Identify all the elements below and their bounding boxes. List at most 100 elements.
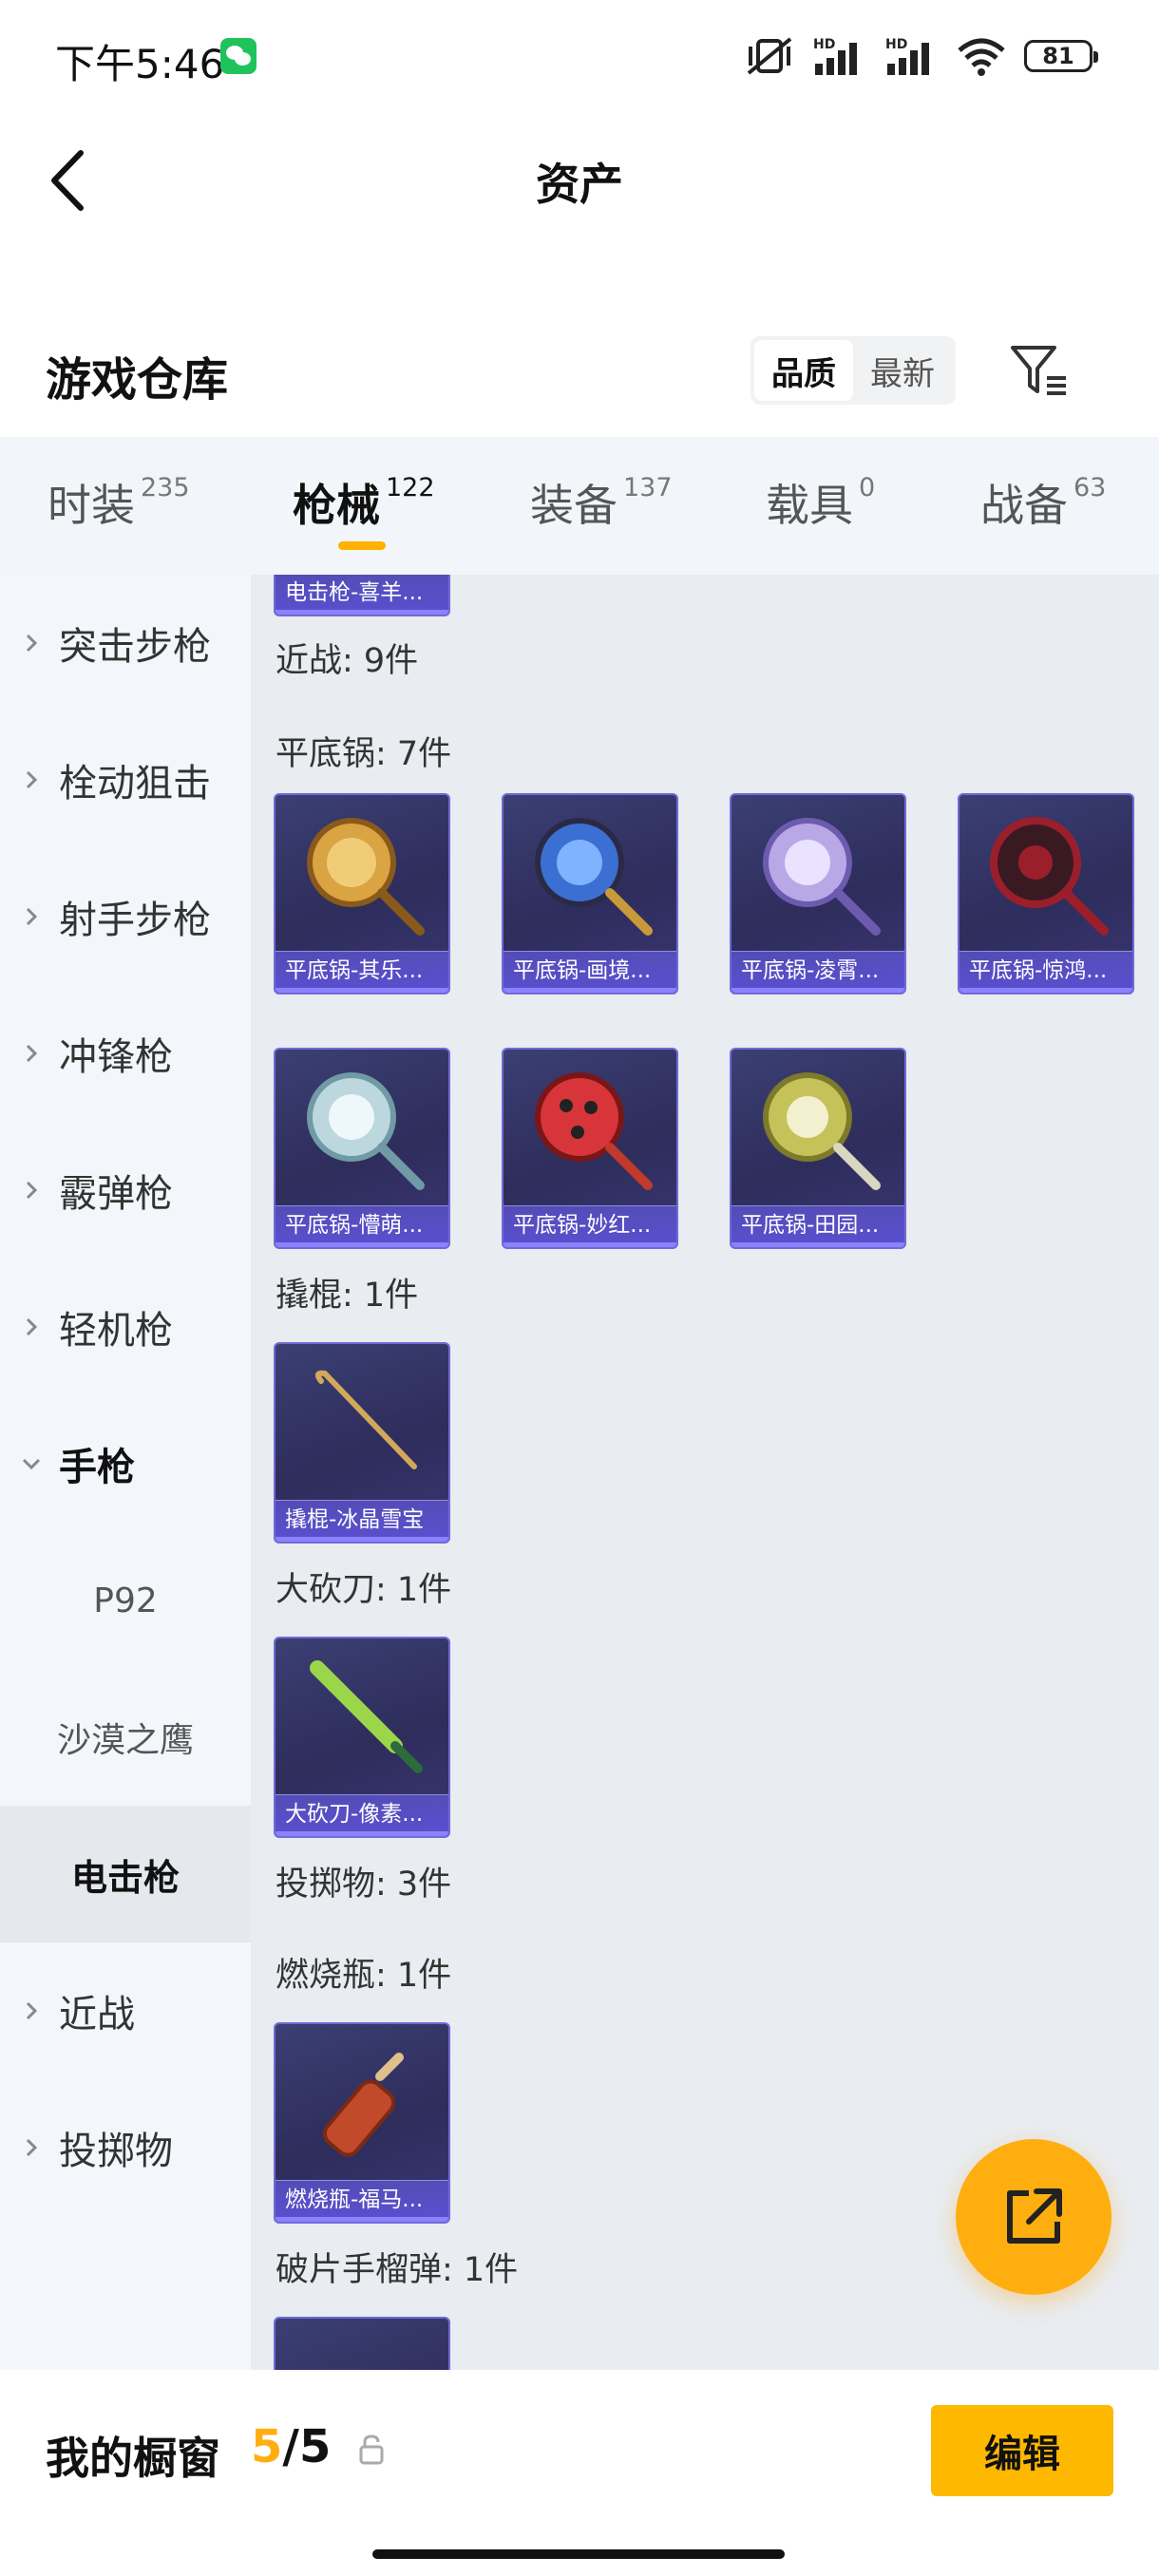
item-caption: 平底锅-惊鸿... [960, 951, 1132, 993]
item-caption: 平底锅-其乐... [276, 951, 448, 993]
edit-button[interactable]: 编辑 [931, 2405, 1113, 2496]
crowbar-icon [276, 1344, 448, 1504]
weapon-category-sidebar: 突击步枪 栓动狙击 射手步枪 冲锋枪 霰弹枪 轻机枪 手枪 P92 沙漠之鹰 电… [0, 575, 251, 2370]
pan-icon [504, 1050, 676, 1209]
status-bar: 下午5:46 HD HD 81 [0, 0, 1159, 114]
item-caption: 平底锅-懵萌... [276, 1205, 448, 1247]
home-indicator[interactable] [372, 2549, 785, 2559]
tab-firearms[interactable]: 枪械 122 [293, 471, 435, 547]
sidebar-item-bolt-sniper[interactable]: 栓动狙击 [0, 711, 251, 848]
tab-label: 时装 [48, 480, 135, 531]
sidebar-item-label: 近战 [59, 1993, 135, 2036]
section-title-molotov: 燃烧瓶: 1件 [276, 1957, 452, 1995]
status-time: 下午5:46 [55, 41, 225, 87]
item-caption: 燃烧瓶-福马... [276, 2180, 448, 2222]
item-card-pan-2[interactable]: 平底锅-画境... [502, 793, 678, 994]
showcase-title: 我的橱窗 [46, 2433, 220, 2484]
status-icons: HD HD 81 [745, 34, 1098, 78]
item-caption: 大砍刀-像素... [276, 1794, 448, 1836]
filter-button[interactable] [1005, 336, 1074, 405]
sidebar-item-melee[interactable]: 近战 [0, 1942, 251, 2079]
wechat-notification-icon [220, 38, 256, 74]
item-card-pan-7[interactable]: 平底锅-田园... [730, 1048, 906, 1249]
tab-label: 枪械 [293, 480, 380, 531]
wifi-icon [958, 38, 1005, 76]
sidebar-item-label: 冲锋枪 [59, 1035, 173, 1079]
showcase-separator: / [282, 2420, 299, 2473]
molotov-icon [276, 2024, 448, 2184]
pan-icon [732, 1050, 904, 1209]
sidebar-item-label: 栓动狙击 [59, 762, 211, 805]
item-card-stun-gun[interactable]: 电击枪-喜羊... [274, 575, 450, 616]
sidebar-item-shotgun[interactable]: 霰弹枪 [0, 1122, 251, 1259]
tab-count: 122 [386, 473, 435, 502]
chevron-right-icon [26, 770, 38, 789]
item-caption: 平底锅-田园... [732, 1205, 904, 1247]
tab-vehicles[interactable]: 载具 0 [766, 471, 875, 547]
sidebar-item-marksman-rifle[interactable]: 射手步枪 [0, 848, 251, 985]
sidebar-item-label: 沙漠之鹰 [56, 1721, 194, 1760]
signal-hd-2-icon: HD [885, 37, 929, 75]
sidebar-item-label: 射手步枪 [59, 899, 211, 942]
chevron-right-icon [26, 2001, 38, 2020]
sidebar-item-pistol[interactable]: 手枪 [0, 1395, 251, 1532]
warehouse-title: 游戏仓库 [46, 353, 229, 407]
sidebar-item-label: 手枪 [59, 1446, 135, 1489]
item-card-molotov[interactable]: 燃烧瓶-福马... [274, 2022, 450, 2224]
battery-level: 81 [1042, 43, 1074, 69]
sidebar-item-label: P92 [93, 1581, 158, 1620]
sidebar-subitem-p92[interactable]: P92 [0, 1532, 251, 1669]
tab-count: 63 [1074, 473, 1107, 502]
item-card-machete[interactable]: 大砍刀-像素... [274, 1637, 450, 1838]
page-title: 资产 [536, 159, 623, 210]
item-caption: 平底锅-画境... [504, 951, 676, 993]
item-card-pan-3[interactable]: 平底锅-凌霄... [730, 793, 906, 994]
lock-icon [359, 2434, 384, 2465]
tab-label: 载具 [766, 480, 853, 531]
battery-icon: 81 [1024, 40, 1098, 72]
section-title-frag-grenade: 破片手榴弹: 1件 [276, 2251, 519, 2289]
pan-icon [960, 795, 1132, 955]
item-card-pan-5[interactable]: 平底锅-懵萌... [274, 1048, 450, 1249]
sort-by-quality[interactable]: 品质 [754, 340, 853, 401]
section-title-machete: 大砍刀: 1件 [276, 1571, 452, 1609]
showcase-count: 5/5 [251, 2420, 331, 2473]
item-card-pan-4[interactable]: 平底锅-惊鸿... [958, 793, 1134, 994]
showcase-max: 5 [298, 2420, 332, 2473]
pan-icon [276, 1050, 448, 1209]
sidebar-item-smg[interactable]: 冲锋枪 [0, 985, 251, 1122]
mute-vibrate-icon [747, 37, 792, 75]
sidebar-item-lmg[interactable]: 轻机枪 [0, 1259, 251, 1395]
sort-by-newest[interactable]: 最新 [853, 340, 952, 401]
machete-icon [276, 1638, 448, 1798]
item-card-frag-grenade[interactable] [274, 2317, 450, 2370]
showcase-bar: 我的橱窗 5/5 编辑 [0, 2371, 1159, 2576]
pan-icon [732, 795, 904, 955]
tab-count: 235 [141, 473, 190, 502]
signal-hd-1-icon: HD [813, 37, 857, 75]
sidebar-item-label: 突击步枪 [59, 625, 211, 669]
item-caption: 平底锅-妙红... [504, 1205, 676, 1247]
sidebar-item-throwables[interactable]: 投掷物 [0, 2079, 251, 2216]
sidebar-item-assault-rifle[interactable]: 突击步枪 [0, 575, 251, 711]
share-fab[interactable] [956, 2139, 1112, 2295]
chevron-right-icon [26, 907, 38, 926]
pan-icon [276, 795, 448, 955]
sidebar-subitem-desert-eagle[interactable]: 沙漠之鹰 [0, 1669, 251, 1806]
item-card-pan-1[interactable]: 平底锅-其乐... [274, 793, 450, 994]
chevron-right-icon [26, 1317, 38, 1336]
sidebar-item-label: 电击枪 [70, 1856, 180, 1899]
tab-supplies[interactable]: 战备 63 [980, 471, 1106, 547]
section-title-crowbar: 撬棍: 1件 [276, 1277, 419, 1315]
item-card-pan-6[interactable]: 平底锅-妙红... [502, 1048, 678, 1249]
section-title-pan: 平底锅: 7件 [276, 735, 452, 773]
sidebar-subitem-stun-gun[interactable]: 电击枪 [0, 1806, 251, 1942]
tab-equipment[interactable]: 装备 137 [530, 471, 673, 547]
chevron-right-icon [26, 1044, 38, 1063]
chevron-right-icon [26, 634, 38, 653]
chevron-down-icon [22, 1458, 41, 1470]
item-card-crowbar[interactable]: 撬棍-冰晶雪宝 [274, 1342, 450, 1544]
chevron-right-icon [26, 1181, 38, 1200]
tab-fashion[interactable]: 时装 235 [48, 471, 190, 547]
pan-icon [504, 795, 676, 955]
